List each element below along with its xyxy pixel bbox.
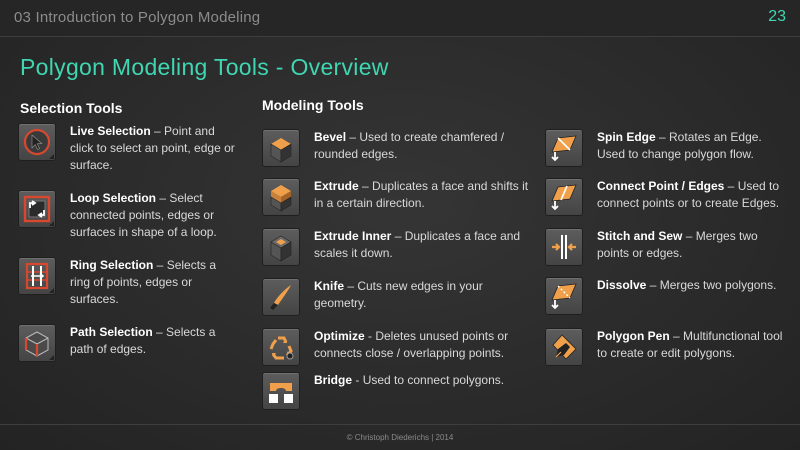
tool-name: Bevel — [314, 130, 347, 144]
tool-name: Optimize — [314, 329, 365, 343]
page-number: 23 — [768, 8, 786, 25]
tool-spin-edge[interactable]: Spin Edge – Rotates an Edge. Used to cha… — [545, 129, 785, 167]
polygon-pen-icon — [545, 328, 583, 366]
tool-stitch-and-sew[interactable]: Stitch and Sew – Merges two points or ed… — [545, 228, 785, 266]
tool-path-selection[interactable]: Path Selection – Selects a path of edges… — [18, 324, 238, 362]
live-selection-icon — [18, 123, 56, 161]
tool-name: Knife — [314, 279, 344, 293]
tool-name: Spin Edge — [597, 130, 656, 144]
tool-bevel[interactable]: Bevel – Used to create chamfered / round… — [262, 129, 532, 167]
bridge-icon — [262, 372, 300, 410]
tool-bridge[interactable]: Bridge - Used to connect polygons. — [262, 372, 532, 410]
tool-name: Loop Selection — [70, 191, 157, 205]
tool-description: Used to connect polygons. — [362, 373, 505, 387]
tool-name: Bridge — [314, 373, 353, 387]
ring-selection-icon — [18, 257, 56, 295]
tool-optimize[interactable]: Optimize - Deletes unused points or conn… — [262, 328, 532, 366]
slide-title: Polygon Modeling Tools - Overview — [20, 54, 389, 80]
spin-edge-icon — [545, 129, 583, 167]
tool-polygon-pen[interactable]: Polygon Pen – Multifunctional tool to cr… — [545, 328, 785, 366]
selection-tools-heading: Selection Tools — [20, 100, 123, 116]
tool-live-selection[interactable]: Live Selection – Point and click to sele… — [18, 123, 238, 174]
extrude-icon — [262, 178, 300, 216]
tool-name: Path Selection — [70, 325, 153, 339]
dissolve-icon — [545, 277, 583, 315]
tool-name: Extrude Inner — [314, 229, 392, 243]
path-selection-icon — [18, 324, 56, 362]
tool-name: Polygon Pen — [597, 329, 670, 343]
tool-name: Live Selection — [70, 124, 151, 138]
tool-dissolve[interactable]: Dissolve – Merges two polygons. — [545, 277, 785, 315]
bevel-icon — [262, 129, 300, 167]
tool-connect-point-edges[interactable]: Connect Point / Edges – Used to connect … — [545, 178, 785, 216]
stitch-and-sew-icon — [545, 228, 583, 266]
extrude-inner-icon — [262, 228, 300, 266]
tool-extrude-inner[interactable]: Extrude Inner – Duplicates a face and sc… — [262, 228, 532, 266]
course-title: 03 Introduction to Polygon Modeling — [14, 9, 261, 26]
tool-name: Dissolve — [597, 278, 647, 292]
tool-name: Ring Selection — [70, 258, 154, 272]
tool-description: Merges two polygons. — [659, 278, 777, 292]
knife-icon — [262, 278, 300, 316]
copyright: © Christoph Diederichs | 2014 — [346, 433, 454, 442]
modeling-tools-heading: Modeling Tools — [262, 97, 364, 113]
tool-name: Stitch and Sew — [597, 229, 683, 243]
tool-ring-selection[interactable]: Ring Selection – Selects a ring of point… — [18, 257, 238, 308]
optimize-icon — [262, 328, 300, 366]
loop-selection-icon — [18, 190, 56, 228]
tool-extrude[interactable]: Extrude – Duplicates a face and shifts i… — [262, 178, 532, 216]
tool-knife[interactable]: Knife – Cuts new edges in your geometry. — [262, 278, 532, 316]
tool-name: Connect Point / Edges — [597, 179, 725, 193]
connect-point-edges-icon — [545, 178, 583, 216]
tool-loop-selection[interactable]: Loop Selection – Select connected points… — [18, 190, 238, 241]
tool-name: Extrude — [314, 179, 359, 193]
top-bar: 03 Introduction to Polygon Modeling 23 — [0, 0, 800, 37]
footer-divider — [0, 424, 800, 425]
